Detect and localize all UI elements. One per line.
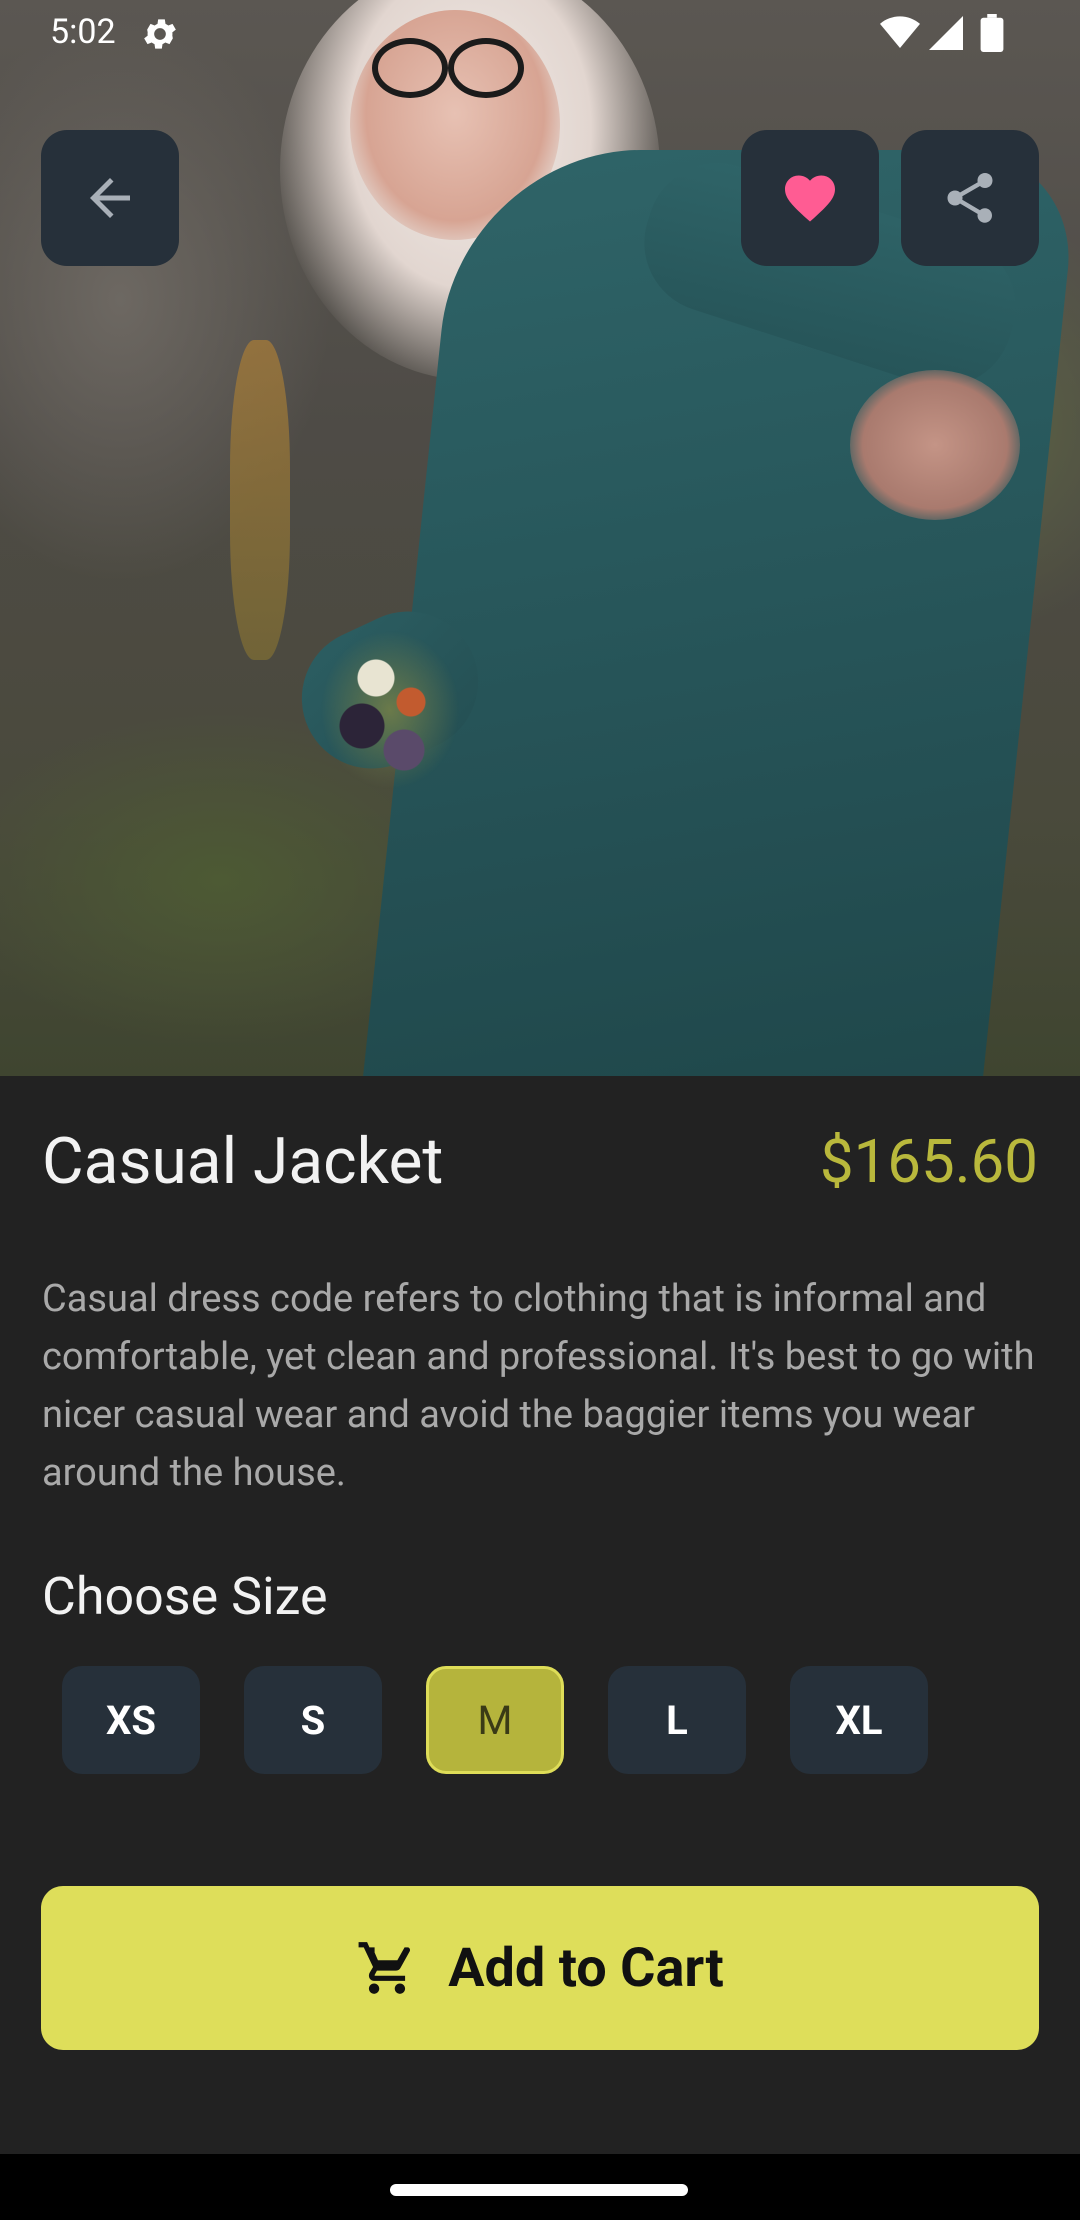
product-name: Casual Jacket xyxy=(42,1124,444,1199)
choose-size-title: Choose Size xyxy=(42,1566,328,1627)
product-price: $165.60 xyxy=(819,1126,1038,1197)
product-description: Casual dress code refers to clothing tha… xyxy=(42,1277,1035,1495)
share-button[interactable] xyxy=(901,130,1039,266)
add-to-cart-label: Add to Cart xyxy=(448,1936,724,2000)
back-button[interactable] xyxy=(41,130,179,266)
size-s-button[interactable]: S xyxy=(244,1666,382,1774)
status-time: 5:02 xyxy=(50,12,116,52)
settings-gear-icon xyxy=(144,19,176,49)
size-xl-button[interactable]: XL xyxy=(790,1666,928,1774)
home-gesture-handle[interactable] xyxy=(390,2184,688,2196)
size-l-button[interactable]: L xyxy=(608,1666,746,1774)
wifi-icon xyxy=(880,16,920,48)
size-m-button[interactable]: M xyxy=(426,1666,564,1774)
share-icon xyxy=(947,173,993,223)
favorite-button[interactable] xyxy=(741,130,879,266)
add-to-cart-button[interactable]: Add to Cart xyxy=(41,1886,1039,2050)
heart-icon xyxy=(785,175,835,222)
battery-icon xyxy=(980,14,1004,52)
shopping-cart-icon xyxy=(358,1942,411,1994)
size-xs-button[interactable]: XS xyxy=(62,1666,200,1774)
status-bar: 5:02 xyxy=(0,0,1080,66)
cellular-signal-icon xyxy=(929,16,963,50)
arrow-left-icon xyxy=(90,178,130,218)
system-navigation-bar xyxy=(0,2154,1080,2220)
